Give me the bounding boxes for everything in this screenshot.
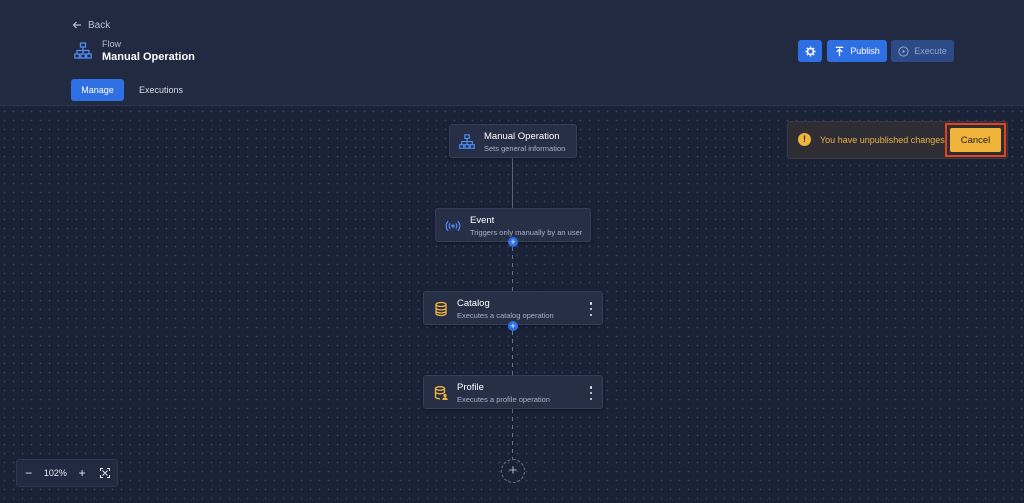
zoom-in-button[interactable]: +	[74, 465, 90, 481]
flow-title: Manual Operation	[102, 51, 195, 63]
node-subtitle: Executes a catalog operation	[457, 311, 554, 320]
tab-executions[interactable]: Executions	[130, 79, 192, 101]
upload-icon	[836, 46, 844, 56]
node-profile[interactable]: Profile Executes a profile operation	[423, 375, 603, 409]
add-step-button[interactable]: +	[501, 459, 525, 483]
execute-button[interactable]: Execute	[891, 40, 954, 62]
zoom-out-button[interactable]: −	[21, 465, 37, 481]
flow-kicker: Flow	[102, 39, 122, 49]
execute-label: Execute	[914, 46, 947, 56]
node-subtitle: Executes a profile operation	[457, 395, 550, 404]
node-title: Catalog	[457, 298, 490, 309]
unpublished-changes-toast: ! You have unpublished changes Cancel	[787, 121, 1008, 159]
toast-message: You have unpublished changes	[820, 135, 945, 145]
arrow-left-icon	[72, 21, 81, 29]
edge-catalog-to-profile	[512, 331, 513, 375]
flow-header: Back Flow Manual Operation Publish Execu…	[0, 0, 1024, 106]
database-user-icon	[432, 384, 450, 402]
node-title: Profile	[457, 382, 484, 393]
zoom-controls: − 102% +	[16, 459, 118, 487]
play-circle-icon	[898, 45, 909, 57]
more-vertical-icon[interactable]	[588, 386, 594, 400]
publish-button[interactable]: Publish	[827, 40, 887, 62]
fit-view-icon	[100, 468, 111, 478]
edge-manual-to-event	[512, 158, 513, 208]
back-link[interactable]: Back	[72, 19, 110, 31]
edge-profile-to-add	[512, 409, 513, 459]
sitemap-icon	[72, 40, 94, 62]
cancel-highlight[interactable]: Cancel	[945, 123, 1006, 157]
node-subtitle: Triggers only manually by an user	[470, 228, 583, 237]
node-catalog[interactable]: Catalog Executes a catalog operation	[423, 291, 603, 325]
add-step-plus-button[interactable]: +	[508, 237, 518, 247]
fit-view-button[interactable]	[97, 465, 113, 481]
node-title: Manual Operation	[484, 131, 560, 142]
tab-manage[interactable]: Manage	[71, 79, 124, 101]
warning-icon: !	[798, 133, 811, 146]
back-label: Back	[88, 19, 111, 31]
more-vertical-icon[interactable]	[588, 302, 594, 316]
node-subtitle: Sets general information	[484, 144, 566, 153]
settings-button[interactable]	[798, 40, 822, 62]
gear-icon	[804, 45, 816, 57]
cancel-button[interactable]: Cancel	[950, 128, 1001, 152]
broadcast-icon	[444, 217, 462, 235]
node-title: Event	[470, 215, 495, 226]
database-icon	[432, 300, 450, 318]
sitemap-icon	[458, 133, 476, 151]
node-manual-operation[interactable]: Manual Operation Sets general informatio…	[449, 124, 577, 158]
add-step-plus-button[interactable]: +	[508, 321, 518, 331]
edge-event-to-catalog	[512, 247, 513, 291]
publish-label: Publish	[850, 46, 880, 56]
zoom-level: 102%	[43, 468, 67, 478]
